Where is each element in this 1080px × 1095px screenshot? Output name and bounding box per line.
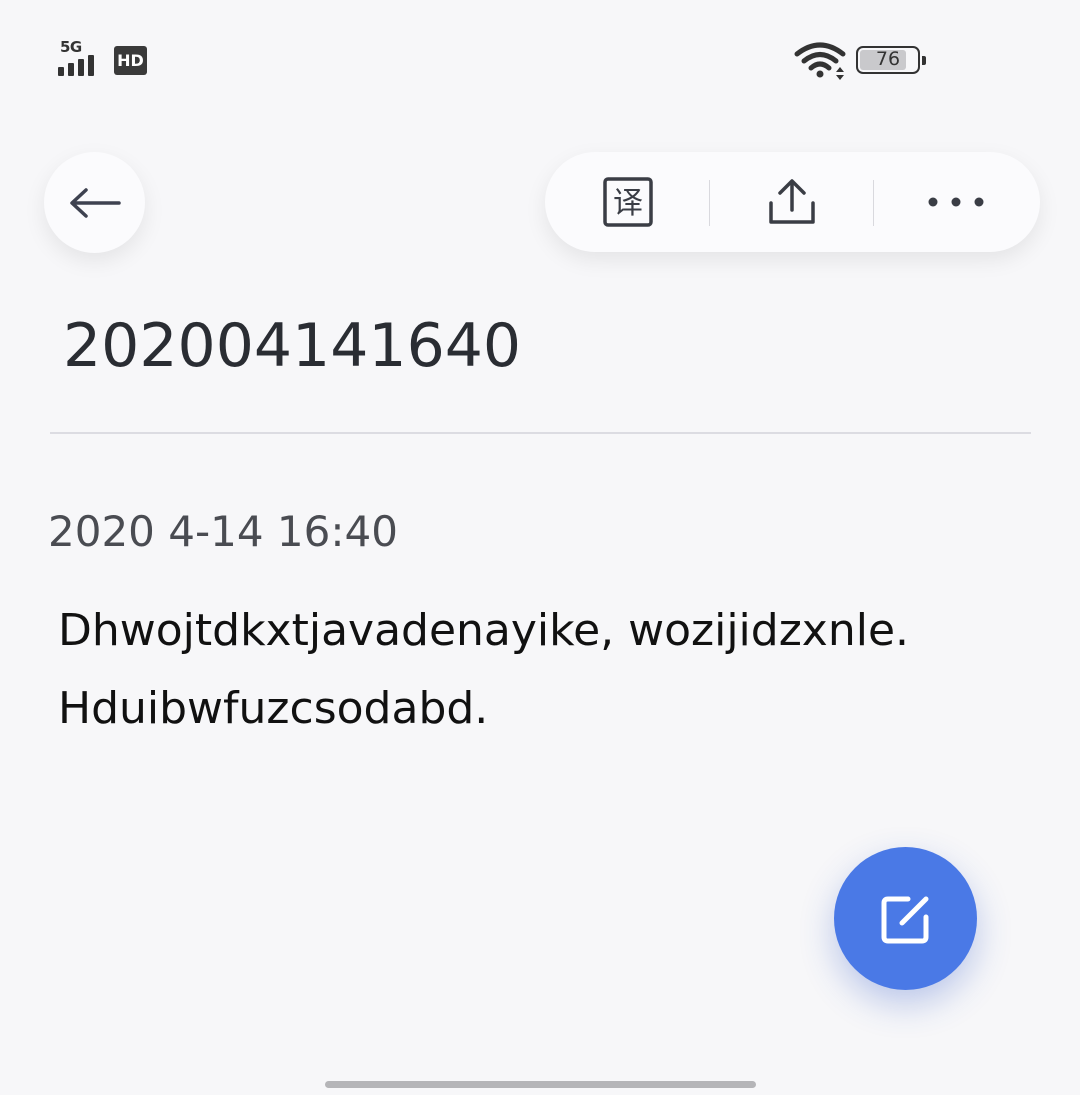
more-horizontal-icon xyxy=(928,197,984,207)
network-label: 5G xyxy=(60,38,82,56)
note-title[interactable]: 202004141640 xyxy=(63,306,521,386)
more-button[interactable] xyxy=(896,152,1016,252)
toolbar-divider xyxy=(709,180,710,226)
back-button[interactable] xyxy=(44,152,145,253)
translate-icon: 译 xyxy=(603,177,653,227)
toolbar-divider xyxy=(873,180,874,226)
title-divider xyxy=(50,432,1031,434)
translate-button[interactable]: 译 xyxy=(568,152,688,252)
battery-icon: 76 xyxy=(856,46,926,74)
note-body[interactable]: Dhwojtdkxtjavadenayike, wozijidzxnle. Hd… xyxy=(58,592,1018,748)
translate-glyph: 译 xyxy=(613,186,643,221)
arrow-left-icon xyxy=(69,187,121,218)
share-icon xyxy=(769,179,815,224)
note-toolbar: 译 xyxy=(545,152,1040,252)
status-bar: 5G HD 76 xyxy=(0,0,1080,110)
note-body-line: Hduibwfuzcsodabd. xyxy=(58,683,489,734)
home-indicator[interactable] xyxy=(325,1081,756,1088)
signal-icon: 5G xyxy=(58,38,104,76)
wifi-icon xyxy=(794,42,846,80)
edit-button[interactable] xyxy=(834,847,977,990)
share-button[interactable] xyxy=(732,152,852,252)
edit-icon xyxy=(881,896,928,943)
note-timestamp: 2020 4-14 16:40 xyxy=(48,507,398,556)
battery-level: 76 xyxy=(875,48,901,70)
hd-icon: HD xyxy=(114,46,147,75)
note-body-line: Dhwojtdkxtjavadenayike, wozijidzxnle. xyxy=(58,605,910,656)
